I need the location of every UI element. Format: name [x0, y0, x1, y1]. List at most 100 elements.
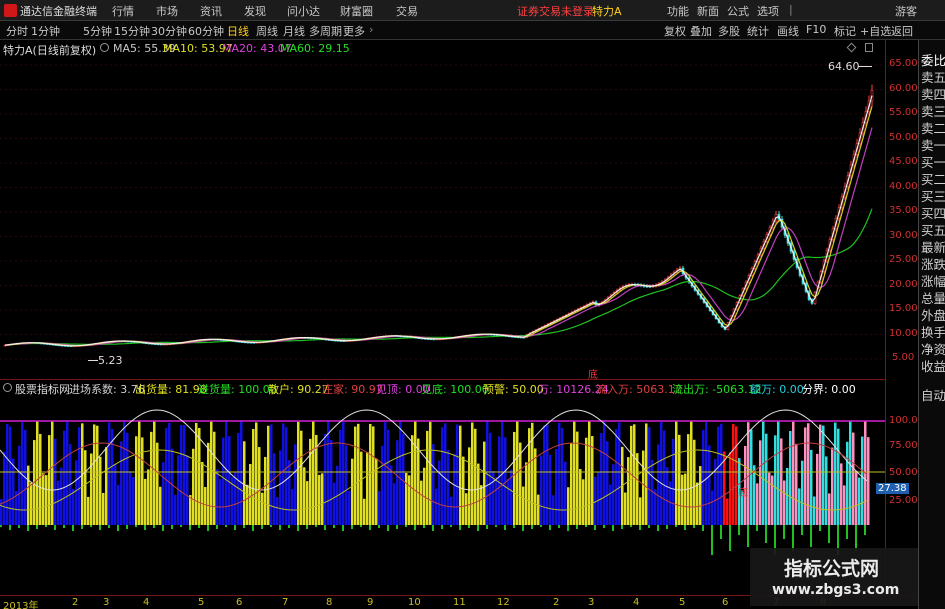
period-weekly[interactable]: 周线 — [256, 23, 278, 39]
bottom-marker: 底 — [588, 370, 598, 381]
indicator-green-bar — [711, 525, 713, 555]
indicator-bar — [540, 455, 543, 525]
btn-gongneng[interactable]: 功能 — [667, 3, 689, 19]
indicator-name[interactable]: 股票指标网 — [15, 381, 70, 397]
indicator-bar — [117, 484, 120, 525]
side-zidong[interactable]: 自动 — [921, 385, 945, 404]
period-15min[interactable]: 15分钟 — [114, 23, 150, 39]
indicator-bar — [828, 493, 831, 525]
indicator-bar — [483, 441, 486, 525]
menu-zixun[interactable]: 资讯 — [200, 3, 222, 19]
indicator-green-bar — [549, 525, 551, 530]
quote-side-panel: 委比 卖五 卖四 卖三 卖二 卖一 买一 买二 买三 买四 买五 最新 涨跌 涨… — [918, 40, 945, 609]
indicator-green-bar — [459, 525, 461, 530]
menu-faxian[interactable]: 发现 — [244, 3, 266, 19]
indicator-green-bar — [18, 525, 20, 528]
indicator-bar — [312, 421, 315, 525]
indicator-bar — [840, 463, 843, 525]
indicator-green-bar — [621, 525, 623, 529]
tool-huaxian[interactable]: 画线 — [777, 23, 799, 39]
itick-75: 75.00 — [889, 440, 918, 451]
indicator-bar — [762, 421, 765, 525]
period-30min[interactable]: 30分钟 — [151, 23, 187, 39]
period-daily[interactable]: 日线 — [227, 23, 249, 39]
indicator-bar — [222, 437, 225, 525]
indicator-bar — [480, 485, 483, 525]
indicator-bar — [72, 488, 75, 525]
btn-xuanxiang[interactable]: 选项 — [757, 3, 779, 19]
indicator-bar — [600, 433, 603, 525]
tool-duogu[interactable]: 多股 — [718, 23, 740, 39]
menu-shichang[interactable]: 市场 — [156, 3, 178, 19]
period-more[interactable]: 更多 — [343, 23, 365, 39]
indicator-green-bar — [135, 525, 137, 527]
indicator-green-bar — [189, 525, 191, 530]
period-5min[interactable]: 5分钟 — [83, 23, 112, 39]
period-multi[interactable]: 多周期 — [309, 23, 342, 39]
indicator-bar — [585, 437, 588, 525]
indicator-bar — [795, 443, 798, 525]
indicator-bar — [414, 421, 417, 525]
tool-biaoji[interactable]: 标记 — [834, 23, 856, 39]
field-zhuangjia: 庄家: 90.97 — [322, 383, 383, 396]
tool-tongji[interactable]: 统计 — [747, 23, 769, 39]
tool-diejia[interactable]: 叠加 — [690, 23, 712, 39]
indicator-bar — [375, 458, 378, 525]
indicator-green-bar — [864, 525, 866, 535]
btn-gongshi[interactable]: 公式 — [727, 3, 749, 19]
indicator-bar — [435, 488, 438, 525]
indicator-green-bar — [360, 525, 362, 527]
menu-caifuquan[interactable]: 财富圈 — [340, 3, 373, 19]
indicator-bar — [135, 436, 138, 525]
period-monthly[interactable]: 月线 — [283, 23, 305, 39]
indicator-bar — [192, 448, 195, 525]
indicator-bar — [183, 425, 186, 525]
indicator-bar — [156, 442, 159, 525]
indicator-green-bar — [405, 525, 407, 527]
btn-guest[interactable]: 游客 — [895, 3, 917, 19]
period-60min[interactable]: 60分钟 — [188, 23, 224, 39]
indicator-green-bar — [324, 525, 326, 530]
indicator-green-bar — [612, 525, 614, 531]
app-logo-icon — [4, 4, 17, 17]
btn-xinmian[interactable]: 新面 — [697, 3, 719, 19]
indicator-bar — [708, 445, 711, 525]
indicator-bar — [735, 426, 738, 525]
period-fenshi[interactable]: 分时 — [6, 23, 28, 39]
indicator-bar — [627, 457, 630, 525]
field-liuru: 流入万: 5063.12 — [596, 383, 682, 396]
app-title: 通达信金融终端 — [20, 5, 97, 18]
tool-zixuan[interactable]: +自选 — [860, 23, 891, 39]
indicator-green-bar — [810, 525, 812, 547]
tool-fanhui[interactable]: 返回 — [891, 23, 913, 39]
period-1min[interactable]: 1分钟 — [31, 23, 60, 39]
menu-jiaoyi[interactable]: 交易 — [396, 3, 418, 19]
tool-f10[interactable]: F10 — [806, 23, 826, 36]
indicator-bar — [228, 436, 231, 525]
ytick-10: 10.00 — [889, 328, 918, 339]
indicator-green-bar — [126, 525, 128, 529]
indicator-bar — [720, 423, 723, 525]
indicator-green-bar — [756, 525, 758, 531]
indicator-bar — [723, 451, 726, 525]
main-price-chart[interactable]: 特力A(日线前复权) MA5: 55.39 MA10: 53.97 MA20: … — [0, 40, 885, 381]
side-shouyi[interactable]: 收益 — [921, 356, 945, 375]
indicator-bar — [207, 442, 210, 525]
indicator-green-bar — [54, 525, 56, 530]
indicator-green-bar — [369, 525, 371, 530]
indicator-toggle-icon[interactable] — [3, 383, 12, 392]
tool-fuquan[interactable]: 复权 — [664, 23, 686, 39]
indicator-bar — [6, 423, 9, 525]
menu-wenxiaoda[interactable]: 问小达 — [287, 3, 320, 19]
login-status[interactable]: 证券交易未登录 — [517, 3, 594, 19]
indicator-bar — [609, 484, 612, 525]
menu-hangqing[interactable]: 行情 — [112, 3, 134, 19]
indicator-bar — [198, 427, 201, 525]
indicator-green-bar — [288, 525, 290, 528]
indicator-bar — [459, 425, 462, 525]
more-chevron-icon[interactable]: › — [369, 23, 373, 36]
indicator-bar — [327, 421, 330, 525]
indicator-green-bar — [720, 525, 722, 539]
indicator-bar — [255, 422, 258, 525]
indicator-bar — [756, 483, 759, 525]
